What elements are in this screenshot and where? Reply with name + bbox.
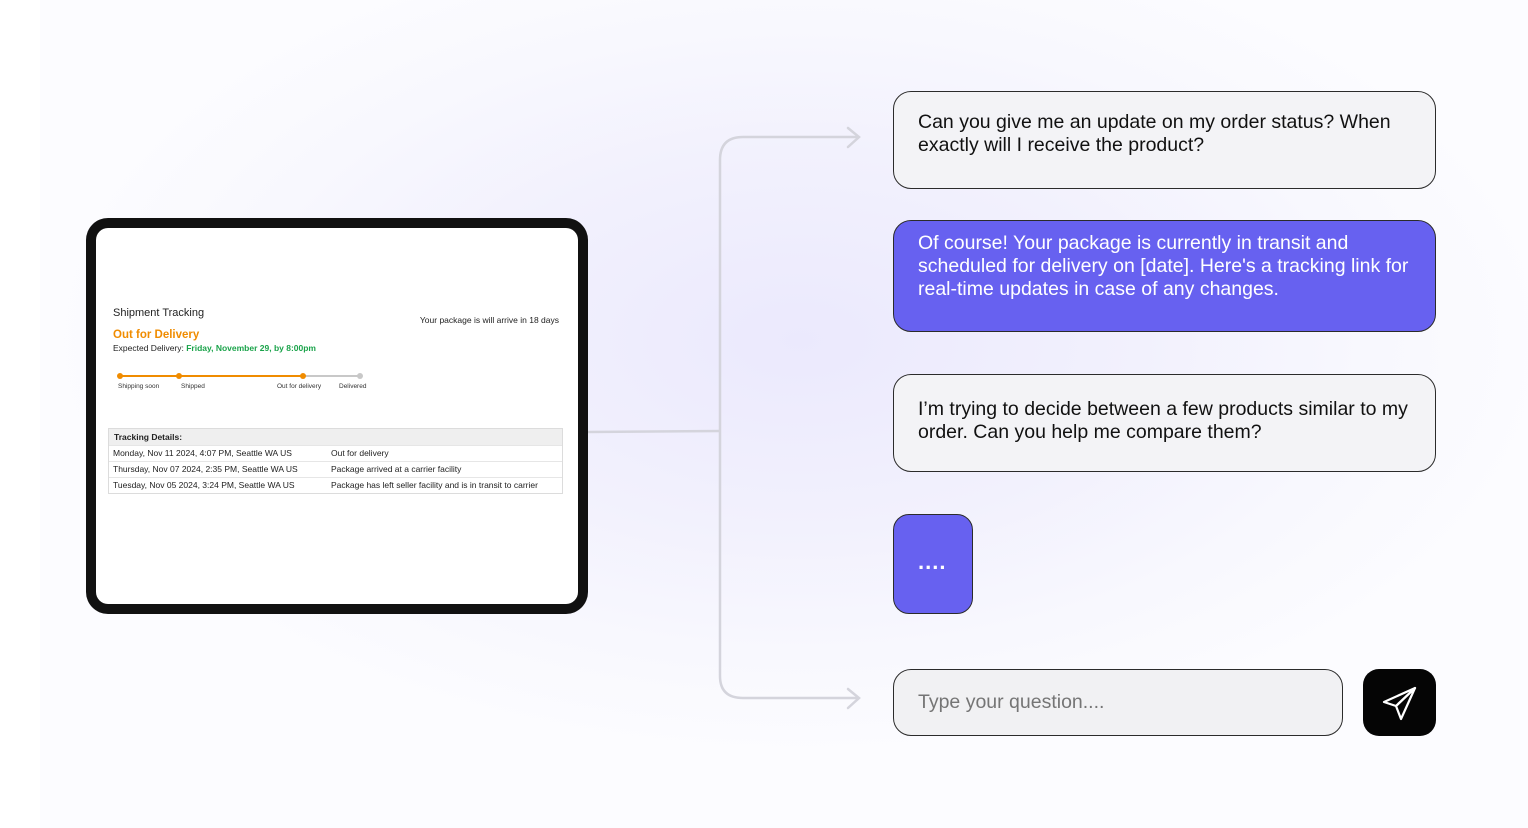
send-button[interactable] (1363, 669, 1436, 736)
paper-plane-icon (1382, 686, 1416, 720)
table-row: Thursday, Nov 07 2024, 2:35 PM, Seattle … (109, 461, 562, 477)
step-dot-delivered (357, 373, 363, 379)
table-row: Monday, Nov 11 2024, 4:07 PM, Seattle WA… (109, 445, 562, 461)
tablet-device: Shipment Tracking Your package is will a… (86, 218, 588, 614)
expected-delivery: Expected Delivery: Friday, November 29, … (113, 343, 316, 353)
step-dot-out-for-delivery (300, 373, 306, 379)
tracking-details-title: Tracking Details: (109, 429, 562, 445)
arrival-note: Your package is will arrive in 18 days (419, 315, 559, 325)
step-label-shipped: Shipped (181, 383, 205, 390)
shipment-tracking-title: Shipment Tracking (113, 307, 205, 319)
row-when: Tuesday, Nov 05 2024, 3:24 PM, Seattle W… (113, 480, 295, 490)
step-label-shipping-soon: Shipping soon (118, 383, 160, 390)
expected-delivery-label: Expected Delivery: (113, 343, 187, 353)
progress-line-pending (303, 375, 360, 377)
step-dot-shipping-soon (117, 373, 123, 379)
step-label-delivered: Delivered (339, 383, 367, 390)
expected-delivery-date: Friday, November 29, by 8:00pm (186, 343, 316, 353)
row-when: Thursday, Nov 07 2024, 2:35 PM, Seattle … (113, 464, 298, 474)
row-event: Package has left seller facility and is … (331, 480, 538, 490)
question-input[interactable] (893, 669, 1343, 736)
progress-line-done (120, 375, 303, 377)
row-event: Out for delivery (331, 448, 389, 458)
step-dot-shipped (176, 373, 182, 379)
row-event: Package arrived at a carrier facility (331, 464, 462, 474)
tracking-details-table: Tracking Details: Monday, Nov 11 2024, 4… (108, 428, 563, 494)
delivery-status: Out for Delivery (113, 329, 200, 341)
typing-indicator: .... (893, 514, 973, 614)
user-message: I’m trying to decide between a few produ… (893, 374, 1436, 472)
row-when: Monday, Nov 11 2024, 4:07 PM, Seattle WA… (113, 448, 292, 458)
table-row: Tuesday, Nov 05 2024, 3:24 PM, Seattle W… (109, 477, 562, 493)
step-label-out-for-delivery: Out for delivery (277, 383, 322, 390)
user-message: Can you give me an update on my order st… (893, 91, 1436, 189)
tracking-page: Shipment Tracking Your package is will a… (96, 228, 578, 604)
assistant-message: Of course! Your package is currently in … (893, 220, 1436, 332)
